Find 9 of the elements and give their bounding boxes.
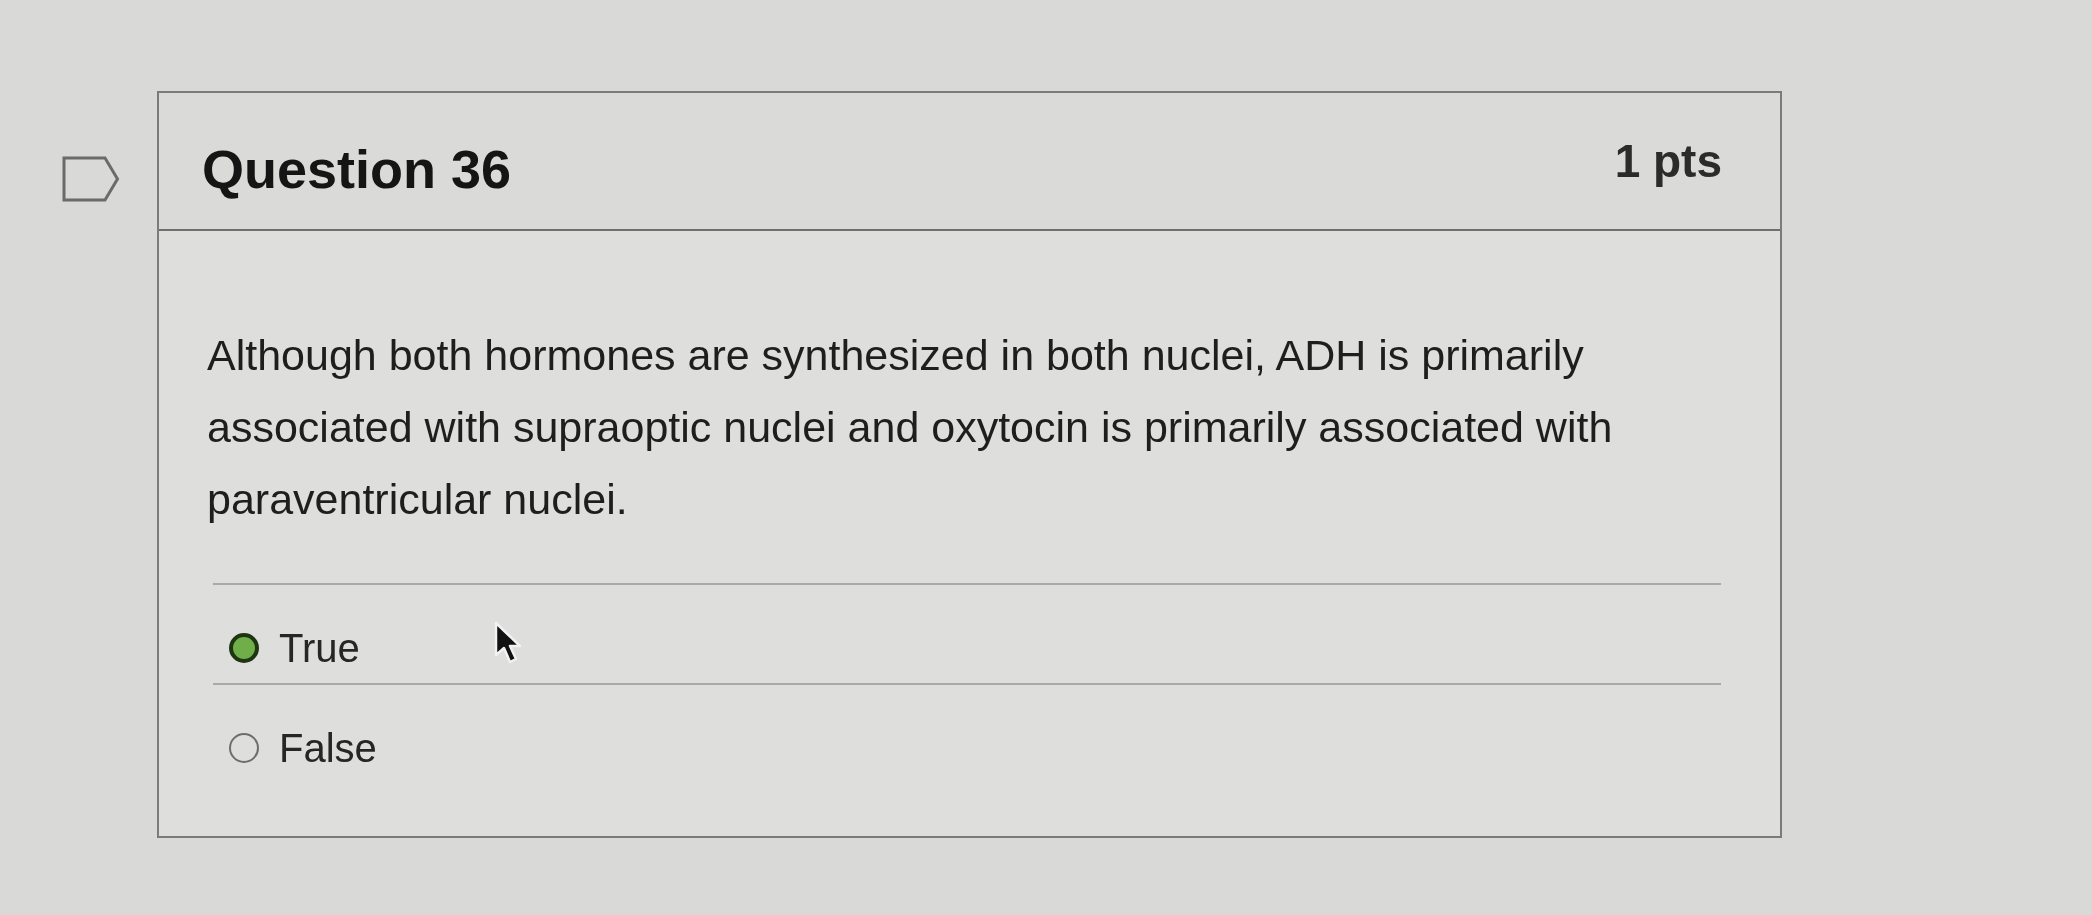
question-text: Although both hormones are synthesized in both nuclei, ADH is primarily associated with supraoptic nuclei and oxytocin is primarily associated with paraventricular nuclei. <box>207 330 1614 525</box>
question-title: Question 36 <box>202 138 512 201</box>
answer-label: True <box>279 625 360 671</box>
points-label: 1 pts <box>1614 135 1722 187</box>
tag-icon[interactable] <box>62 156 120 202</box>
answer-label: False <box>279 725 377 771</box>
radio-button[interactable] <box>229 633 259 663</box>
mouse-pointer-icon <box>494 621 522 665</box>
radio-button[interactable] <box>229 733 259 763</box>
